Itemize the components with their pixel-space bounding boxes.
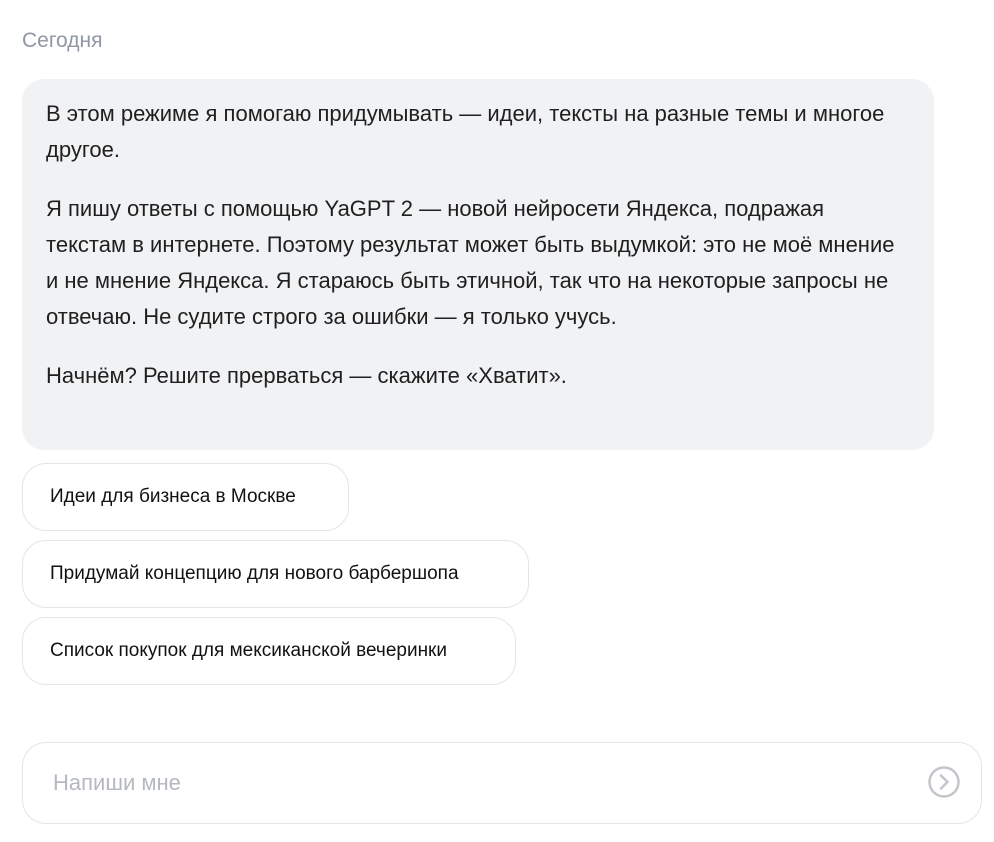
suggestion-label: Идеи для бизнеса в Москве	[50, 486, 296, 507]
send-chevron-icon[interactable]	[927, 765, 961, 799]
message-paragraph: В этом режиме я помогаю придумывать — ид…	[46, 101, 885, 162]
suggestion-button-mexican-party-list[interactable]: Список покупок для мексиканской вечеринк…	[22, 617, 516, 685]
suggestion-label: Придумай концепцию для нового барбершопа	[50, 563, 459, 584]
suggestion-button-barbershop-concept[interactable]: Придумай концепцию для нового барбершопа	[22, 540, 529, 608]
message-input[interactable]	[53, 765, 913, 801]
suggestion-button-business-ideas[interactable]: Идеи для бизнеса в Москве	[22, 463, 349, 531]
assistant-message-bubble: В этом режиме я помогаю придумывать — ид…	[22, 79, 934, 450]
suggestion-label: Список покупок для мексиканской вечеринк…	[50, 640, 447, 661]
chat-page: Сегодня В этом режиме я помогаю придумыв…	[0, 0, 994, 842]
message-paragraph: Начнём? Решите прерваться — скажите «Хва…	[46, 363, 567, 388]
date-label: Сегодня	[22, 29, 103, 52]
message-composer	[22, 742, 982, 824]
message-paragraph: Я пишу ответы с помощью YaGPT 2 — новой …	[46, 196, 895, 329]
